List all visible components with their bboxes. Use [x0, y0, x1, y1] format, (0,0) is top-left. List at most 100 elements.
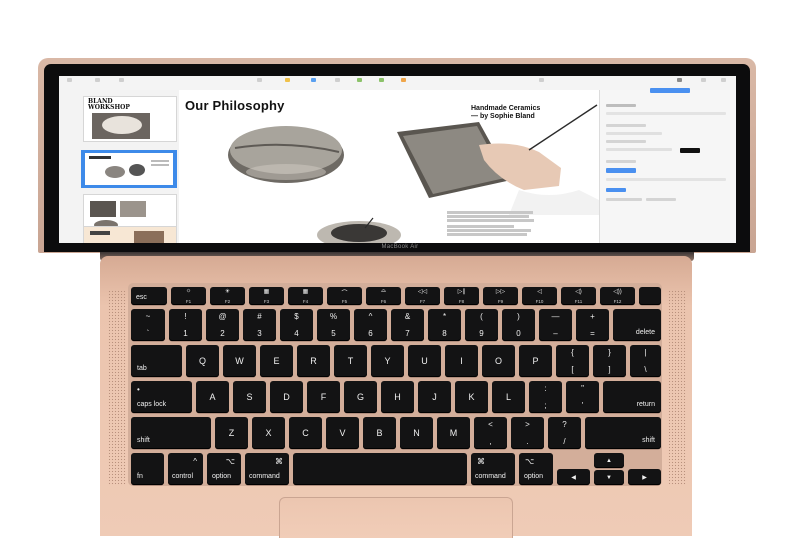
toolbar-collaborate-icon[interactable] [539, 78, 544, 82]
f1-key[interactable]: ☼ F1 [171, 287, 206, 305]
delete-key[interactable]: delete [613, 309, 661, 341]
7-key[interactable]: & 7 [391, 309, 424, 341]
j-key[interactable]: J [418, 381, 451, 413]
9-key[interactable]: ( 9 [465, 309, 498, 341]
m-key[interactable]: M [437, 417, 470, 449]
touch-id-key[interactable] [639, 287, 661, 305]
u-key[interactable]: U [408, 345, 441, 377]
inspector-bullets-button[interactable] [606, 188, 626, 192]
p-key[interactable]: P [519, 345, 552, 377]
f3-key[interactable]: ▦ F3 [249, 287, 284, 305]
inspector-segmented-control[interactable] [606, 112, 726, 115]
left-shift-key[interactable]: shift [131, 417, 211, 449]
toolbar-chart-icon[interactable] [311, 78, 316, 82]
return-key[interactable]: return [603, 381, 661, 413]
c-key[interactable]: C [289, 417, 322, 449]
k-key[interactable]: K [455, 381, 488, 413]
0-key[interactable]: ) 0 [502, 309, 535, 341]
inspector-color-well[interactable] [680, 148, 700, 153]
semicolon-key[interactable]: : ; [529, 381, 562, 413]
arrow-left-key[interactable]: ◀ [557, 469, 590, 485]
toolbar-document-icon[interactable] [721, 78, 726, 82]
f6-key[interactable]: ⌓ F6 [366, 287, 401, 305]
n-key[interactable]: N [400, 417, 433, 449]
f12-key[interactable]: ◁)) F12 [600, 287, 635, 305]
inspector-size-field[interactable] [606, 148, 672, 151]
f9-key[interactable]: ▷▷ F9 [483, 287, 518, 305]
f4-key[interactable]: ▦ F4 [288, 287, 323, 305]
a-key[interactable]: A [196, 381, 229, 413]
equals-key[interactable]: + = [576, 309, 609, 341]
caps-lock-key[interactable]: • caps lock [131, 381, 192, 413]
inspector-align-button[interactable] [606, 168, 636, 173]
slide-thumbnail-1[interactable]: BLAND WORKSHOP [83, 96, 177, 142]
control-key[interactable]: ^ control [168, 453, 203, 485]
tab-key[interactable]: tab [131, 345, 182, 377]
f5-key[interactable]: ⌒ F5 [327, 287, 362, 305]
arrow-up-key[interactable]: ▲ [594, 453, 624, 468]
inspector-font-dropdown[interactable] [606, 132, 662, 135]
y-key[interactable]: Y [371, 345, 404, 377]
arrow-down-key[interactable]: ▼ [594, 470, 624, 485]
b-key[interactable]: B [363, 417, 396, 449]
toolbar-zoom-icon[interactable] [95, 78, 100, 82]
f-key[interactable]: F [307, 381, 340, 413]
q-key[interactable]: Q [186, 345, 219, 377]
right-bracket-key[interactable]: } ] [593, 345, 626, 377]
left-bracket-key[interactable]: { [ [556, 345, 589, 377]
4-key[interactable]: $ 4 [280, 309, 313, 341]
toolbar-comment-icon[interactable] [401, 78, 406, 82]
w-key[interactable]: W [223, 345, 256, 377]
z-key[interactable]: Z [215, 417, 248, 449]
1-key[interactable]: ! 1 [169, 309, 202, 341]
space-bar[interactable] [293, 453, 467, 485]
v-key[interactable]: V [326, 417, 359, 449]
2-key[interactable]: @ 2 [206, 309, 239, 341]
inspector-style-dropdown[interactable] [606, 104, 636, 107]
toolbar-shape-icon[interactable] [357, 78, 362, 82]
arrow-right-key[interactable]: ▶ [628, 469, 661, 485]
f7-key[interactable]: ◁◁ F7 [405, 287, 440, 305]
toolbar-view-icon[interactable] [67, 78, 72, 82]
backslash-key[interactable]: | \ [630, 345, 661, 377]
o-key[interactable]: O [482, 345, 515, 377]
h-key[interactable]: H [381, 381, 414, 413]
toolbar-add-slide-icon[interactable] [119, 78, 124, 82]
slide-thumbnail-2-selected[interactable] [81, 150, 177, 188]
period-key[interactable]: > . [511, 417, 544, 449]
3-key[interactable]: # 3 [243, 309, 276, 341]
r-key[interactable]: R [297, 345, 330, 377]
toolbar-play-icon[interactable] [257, 78, 262, 82]
slash-key[interactable]: ? / [548, 417, 581, 449]
comma-key[interactable]: < , [474, 417, 507, 449]
right-option-key[interactable]: ⌥ option [519, 453, 553, 485]
left-option-key[interactable]: ⌥ option [207, 453, 241, 485]
f10-key[interactable]: ◁ F10 [522, 287, 557, 305]
t-key[interactable]: T [334, 345, 367, 377]
trackpad[interactable] [279, 497, 513, 538]
toolbar-media-icon[interactable] [379, 78, 384, 82]
left-command-key[interactable]: ⌘ command [245, 453, 289, 485]
g-key[interactable]: G [344, 381, 377, 413]
toolbar-table-icon[interactable] [285, 78, 290, 82]
d-key[interactable]: D [270, 381, 303, 413]
esc-key[interactable]: esc [131, 287, 167, 305]
slide-canvas[interactable]: Our Philosophy Handmade Ceramics — by So… [179, 90, 599, 243]
toolbar-text-icon[interactable] [335, 78, 340, 82]
toolbar-animate-icon[interactable] [701, 78, 706, 82]
e-key[interactable]: E [260, 345, 293, 377]
x-key[interactable]: X [252, 417, 285, 449]
6-key[interactable]: ^ 6 [354, 309, 387, 341]
8-key[interactable]: * 8 [428, 309, 461, 341]
minus-key[interactable]: — – [539, 309, 572, 341]
inspector-tab-selected[interactable] [650, 88, 690, 93]
i-key[interactable]: I [445, 345, 478, 377]
quote-key[interactable]: " ' [566, 381, 599, 413]
fn-key[interactable]: fn [131, 453, 164, 485]
right-shift-key[interactable]: shift [585, 417, 661, 449]
slide-thumbnail-4[interactable] [83, 226, 177, 243]
l-key[interactable]: L [492, 381, 525, 413]
right-command-key[interactable]: ⌘ command [471, 453, 515, 485]
s-key[interactable]: S [233, 381, 266, 413]
f11-key[interactable]: ◁) F11 [561, 287, 596, 305]
